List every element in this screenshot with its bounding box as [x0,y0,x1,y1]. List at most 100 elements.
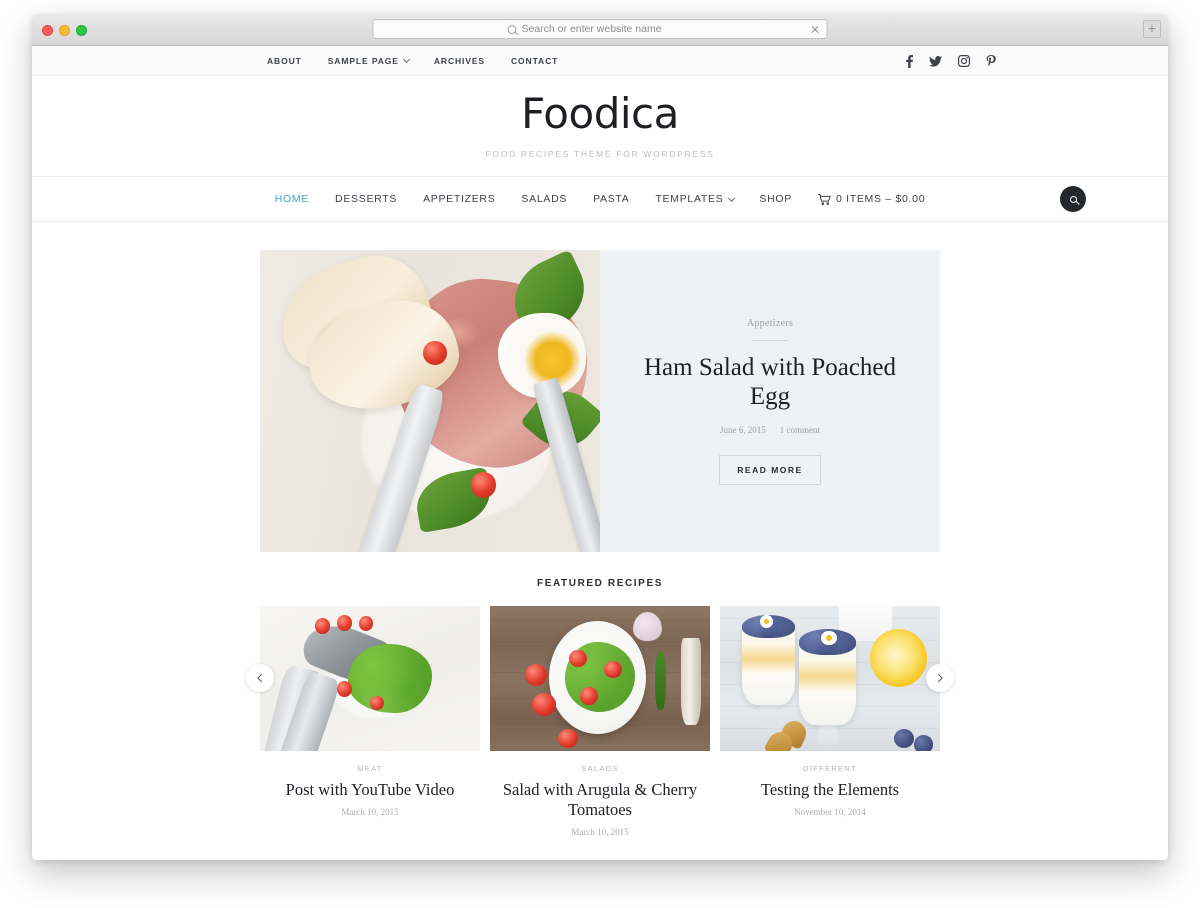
chevron-down-icon [402,55,410,63]
site-logo[interactable]: Foodica [521,93,679,135]
topnav-item-about[interactable]: ABOUT [267,56,302,66]
search-icon [507,24,517,34]
decor-tomato [359,616,374,631]
decor-blueberry [913,735,934,751]
hero-meta: June 6, 2015 1 comment [720,425,820,435]
twitter-icon[interactable] [929,55,942,67]
top-utility-bar: ABOUT SAMPLE PAGE ARCHIVES CONTACT [32,46,1168,76]
topnav-label: ARCHIVES [433,55,485,66]
decor-lemon [869,629,927,688]
topnav-item-contact[interactable]: CONTACT [511,56,558,66]
card-title[interactable]: Testing the Elements [720,780,940,800]
nav-item-home[interactable]: HOME [275,193,309,205]
divider [752,339,788,341]
card-date: March 10, 2015 [341,807,399,818]
card-date: November 10, 2014 [794,807,866,818]
close-window-button[interactable] [42,25,53,36]
carousel-next-button[interactable] [926,664,954,692]
hero-comments[interactable]: 1 comment [780,425,820,435]
browser-titlebar: Search or enter website name + [32,14,1168,46]
secondary-nav: ABOUT SAMPLE PAGE ARCHIVES CONTACT [267,56,558,66]
nav-item-pasta[interactable]: PASTA [593,193,629,205]
search-toggle-button[interactable] [1060,186,1086,212]
shopping-cart-icon [817,193,831,205]
browser-window: Search or enter website name + ABOUT SAM… [32,14,1168,860]
decor-greens [348,643,432,714]
chevron-left-icon [257,673,266,683]
social-links [906,46,996,76]
decor-cutlery [681,637,702,725]
decor-tomato [470,471,497,498]
decor-tomato [569,649,587,667]
window-controls [42,25,87,36]
decor-blueberry [893,729,914,749]
decor-tomato [531,693,556,717]
hero-photo [260,250,600,552]
nav-label: SALADS [521,193,568,205]
nav-label: DESSERTS [335,193,398,205]
search-icon [1069,195,1077,203]
nav-label: TEMPLATES [655,193,724,205]
featured-recipes-heading: FEATURED RECIPES [537,578,663,589]
new-tab-button[interactable]: + [1143,20,1161,38]
decor-herb [655,652,666,711]
card-photo-arugula-salad [490,606,710,751]
card-image[interactable] [490,606,710,751]
featured-card[interactable]: DIFFERENT Testing the Elements November … [720,606,940,837]
topnav-item-sample-page[interactable]: SAMPLE PAGE [327,55,410,66]
decor-tomato [315,617,331,634]
hero-date: June 6, 2015 [720,424,766,435]
nav-item-shop[interactable]: SHOP [759,193,792,205]
decor-daisy [821,630,837,646]
decor-tomato [423,340,447,365]
card-title[interactable]: Post with YouTube Video [260,780,480,800]
nav-item-templates[interactable]: TEMPLATES [655,193,736,205]
topnav-label: SAMPLE PAGE [327,55,399,66]
chevron-right-icon [934,673,943,683]
site-branding: Foodica FOOD RECIPES THEME FOR WORDPRESS [32,76,1168,176]
nav-label: HOME [274,193,310,205]
card-image[interactable] [720,606,940,751]
nav-item-salads[interactable]: SALADS [521,193,567,205]
address-bar-placeholder: Search or enter website name [521,23,662,35]
hero-caption: Appetizers Ham Salad with Poached Egg Ju… [600,250,940,552]
decor-tomato [558,729,578,749]
card-title[interactable]: Salad with Arugula & Cherry Tomatoes [490,780,710,820]
cart-link[interactable]: 0 ITEMS – $0.00 [817,193,925,205]
hero-image[interactable] [260,250,600,552]
decor-garlic [633,611,662,641]
card-photo-dessert [720,606,940,751]
decor-glass-stem [759,701,778,725]
topnav-label: ABOUT [267,55,302,66]
decor-glass-stem [819,722,837,746]
card-image[interactable] [260,606,480,751]
featured-card[interactable]: SALADS Salad with Arugula & Cherry Tomat… [490,606,710,837]
instagram-icon[interactable] [958,55,970,67]
maximize-window-button[interactable] [76,25,87,36]
decor-tomato [580,687,598,705]
read-more-button[interactable]: READ MORE [719,454,821,485]
featured-cards: MEAT Post with YouTube Video March 10, 2… [260,606,940,837]
hero-category[interactable]: Appetizers [747,318,793,329]
card-category[interactable]: MEAT [260,764,480,773]
pinterest-icon[interactable] [986,54,996,68]
featured-card[interactable]: MEAT Post with YouTube Video March 10, 2… [260,606,480,837]
clear-address-icon[interactable] [811,25,820,34]
card-category[interactable]: SALADS [490,764,710,773]
facebook-icon[interactable] [906,54,913,68]
minimize-window-button[interactable] [59,25,70,36]
nav-label: APPETIZERS [423,193,496,205]
carousel-prev-button[interactable] [246,664,274,692]
address-bar[interactable]: Search or enter website name [372,19,828,39]
nav-item-appetizers[interactable]: APPETIZERS [423,193,495,205]
decor-daisy [759,614,773,628]
nav-item-desserts[interactable]: DESSERTS [335,193,397,205]
topnav-item-archives[interactable]: ARCHIVES [434,56,485,66]
decor-tomato [525,664,548,686]
topnav-label: CONTACT [511,55,559,66]
hero-title[interactable]: Ham Salad with Poached Egg [622,353,918,412]
card-photo-fish-salad [260,606,480,751]
hero-slider: Appetizers Ham Salad with Poached Egg Ju… [260,250,940,552]
card-category[interactable]: DIFFERENT [720,764,940,773]
decor-tomato [337,681,353,698]
